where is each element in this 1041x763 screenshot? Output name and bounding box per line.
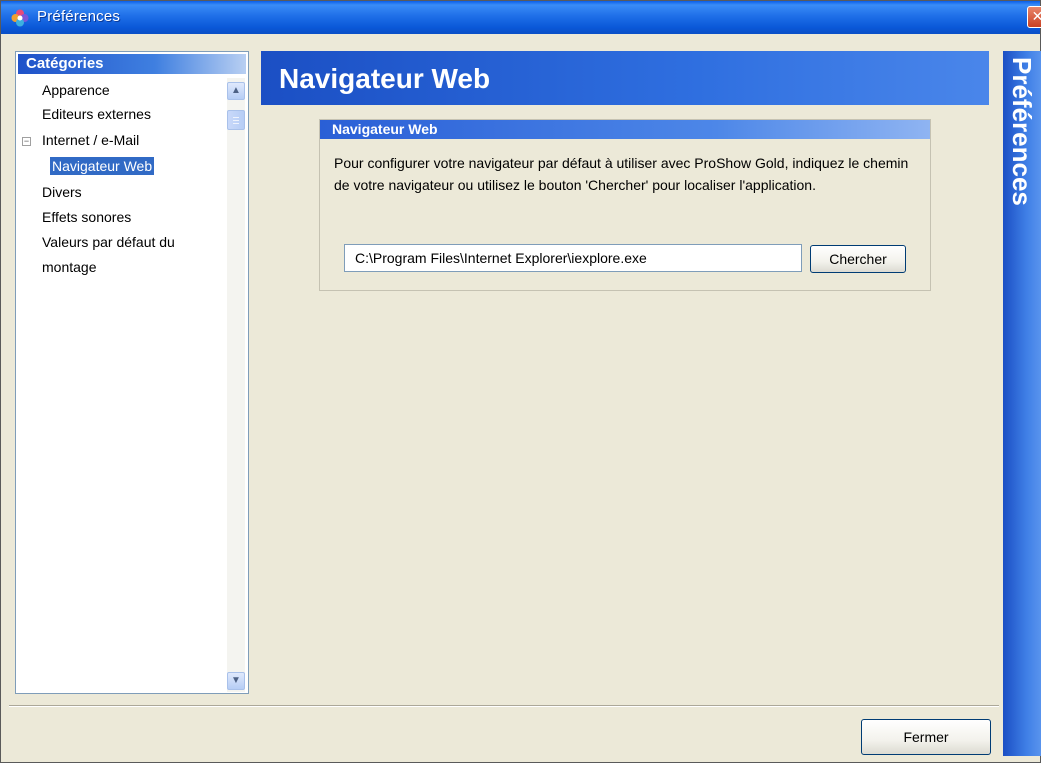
preferences-window: Préférences ✕ Catégories Apparence Edite…: [0, 0, 1041, 763]
sidebar-item-montage[interactable]: montage: [42, 259, 96, 275]
footer-divider: [9, 705, 999, 707]
side-banner: Préférences: [1003, 51, 1041, 756]
page-header: Navigateur Web: [261, 51, 989, 105]
close-button[interactable]: Fermer: [861, 719, 991, 755]
sidebar-item-divers[interactable]: Divers: [42, 184, 82, 200]
window-title: Préférences: [37, 8, 121, 25]
browser-path-input[interactable]: [344, 244, 802, 272]
title-bar[interactable]: Préférences ✕: [1, 1, 1041, 34]
sidebar-item-apparence[interactable]: Apparence: [42, 82, 110, 98]
chevron-down-icon[interactable]: ▼: [227, 672, 245, 690]
sidebar-item-editeurs-externes[interactable]: Editeurs externes: [42, 106, 151, 122]
search-button[interactable]: Chercher: [810, 245, 906, 273]
flower-icon: [11, 9, 29, 27]
side-banner-title: Préférences: [1007, 57, 1037, 206]
sidebar-item-valeurs-par-defaut[interactable]: Valeurs par défaut du: [42, 234, 175, 250]
close-icon[interactable]: ✕: [1027, 6, 1041, 28]
browser-settings-group: Navigateur Web Pour configurer votre nav…: [319, 119, 931, 291]
sidebar-item-effets-sonores[interactable]: Effets sonores: [42, 209, 131, 225]
categories-scrollbar[interactable]: ▲ ▼: [227, 78, 245, 692]
sidebar-item-navigateur-web[interactable]: Navigateur Web: [50, 157, 155, 175]
sidebar-item-internet-email[interactable]: Internet / e-Mail: [42, 132, 139, 148]
group-title: Navigateur Web: [320, 120, 930, 139]
scrollbar-thumb[interactable]: [227, 110, 245, 130]
minus-box-icon[interactable]: −: [22, 137, 31, 146]
page-title: Navigateur Web: [279, 63, 491, 94]
chevron-up-icon[interactable]: ▲: [227, 82, 245, 100]
categories-header: Catégories: [18, 54, 246, 74]
categories-panel: Catégories Apparence Editeurs externes −…: [15, 51, 249, 694]
group-description: Pour configurer votre navigateur par déf…: [334, 155, 909, 193]
